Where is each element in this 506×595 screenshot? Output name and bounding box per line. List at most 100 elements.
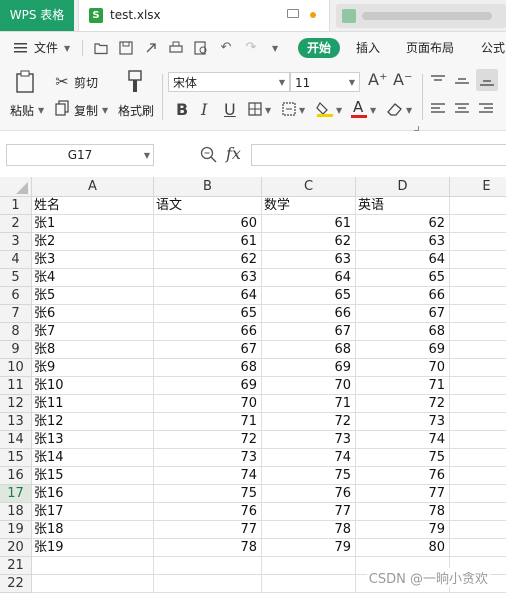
table-cell[interactable]: 63 [154,269,262,287]
table-cell[interactable]: 74 [356,431,450,449]
table-cell[interactable]: 68 [154,359,262,377]
chevron-down-icon[interactable]: ▼ [38,106,44,115]
header-cell[interactable] [450,197,506,215]
table-cell[interactable]: 79 [262,539,356,557]
format-painter-icon[interactable] [126,70,144,96]
share-icon[interactable] [144,41,158,55]
table-cell[interactable]: 72 [154,431,262,449]
table-cell[interactable] [450,521,506,539]
table-cell[interactable] [262,575,356,593]
zoom-search-icon[interactable] [200,146,218,164]
row-header[interactable]: 16 [0,467,32,485]
table-cell[interactable]: 张7 [32,323,154,341]
table-cell[interactable]: 62 [154,251,262,269]
table-cell[interactable]: 69 [262,359,356,377]
chevron-down-icon[interactable]: ▼ [64,44,70,53]
table-cell[interactable]: 张17 [32,503,154,521]
copy-icon[interactable] [55,100,69,116]
table-cell[interactable]: 71 [262,395,356,413]
table-cell[interactable]: 75 [356,449,450,467]
cut-button[interactable]: 剪切 [74,74,98,91]
table-cell[interactable]: 79 [356,521,450,539]
table-cell[interactable]: 74 [262,449,356,467]
tab-page-layout[interactable]: 页面布局 [406,32,454,64]
table-cell[interactable]: 76 [356,467,450,485]
table-cell[interactable] [32,557,154,575]
table-cell[interactable]: 张2 [32,233,154,251]
chevron-down-icon[interactable]: ▼ [299,106,305,115]
table-cell[interactable]: 75 [262,467,356,485]
select-all-corner[interactable] [0,177,32,197]
row-header[interactable]: 22 [0,575,32,593]
table-cell[interactable]: 68 [356,323,450,341]
table-cell[interactable]: 69 [356,341,450,359]
borders-icon[interactable] [248,102,262,116]
bold-icon[interactable]: B [176,100,188,119]
row-header[interactable]: 21 [0,557,32,575]
table-cell[interactable]: 张4 [32,269,154,287]
table-cell[interactable]: 张10 [32,377,154,395]
chevron-down-icon[interactable]: ▼ [265,106,271,115]
row-header[interactable]: 3 [0,233,32,251]
monitor-icon[interactable] [287,9,299,18]
format-painter-button[interactable]: 格式刷 [118,102,154,119]
table-cell[interactable]: 66 [262,305,356,323]
table-cell[interactable]: 65 [154,305,262,323]
table-cell[interactable]: 70 [356,359,450,377]
italic-icon[interactable]: I [201,100,207,119]
table-cell[interactable] [154,575,262,593]
table-cell[interactable]: 张3 [32,251,154,269]
table-cell[interactable]: 78 [262,521,356,539]
align-bottom-icon[interactable] [476,69,498,91]
paste-button[interactable]: 粘贴 [10,102,34,119]
table-cell[interactable]: 77 [154,521,262,539]
chevron-down-icon[interactable]: ▼ [272,44,278,53]
row-header[interactable]: 4 [0,251,32,269]
chevron-down-icon[interactable]: ▼ [370,106,376,115]
table-cell[interactable]: 66 [154,323,262,341]
name-box[interactable]: G17 ▼ [6,144,154,166]
table-cell[interactable]: 77 [262,503,356,521]
table-cell[interactable]: 张9 [32,359,154,377]
table-cell[interactable]: 张5 [32,287,154,305]
row-header[interactable]: 1 [0,197,32,215]
table-cell[interactable]: 61 [154,233,262,251]
table-cell[interactable] [450,503,506,521]
font-size-select[interactable]: 11 ▼ [290,72,360,92]
header-cell[interactable]: 英语 [356,197,450,215]
redo-icon[interactable]: ↷ [244,41,258,55]
table-cell[interactable]: 78 [356,503,450,521]
hamburger-icon[interactable] [14,40,28,56]
table-cell[interactable] [450,287,506,305]
row-header[interactable]: 17 [0,485,32,503]
table-cell[interactable]: 张1 [32,215,154,233]
row-header[interactable]: 12 [0,395,32,413]
table-cell[interactable]: 70 [262,377,356,395]
row-header[interactable]: 19 [0,521,32,539]
table-cell[interactable]: 71 [356,377,450,395]
table-cell[interactable] [450,215,506,233]
row-header[interactable]: 6 [0,287,32,305]
file-tab[interactable]: S test.xlsx [78,0,330,31]
eraser-icon[interactable] [386,101,404,117]
table-cell[interactable]: 张6 [32,305,154,323]
table-cell[interactable]: 67 [262,323,356,341]
fill-color-icon[interactable] [316,100,334,118]
table-cell[interactable] [450,359,506,377]
table-cell[interactable]: 63 [356,233,450,251]
row-header[interactable]: 7 [0,305,32,323]
align-top-icon[interactable] [430,74,446,88]
table-cell[interactable]: 76 [262,485,356,503]
row-header[interactable]: 8 [0,323,32,341]
table-cell[interactable]: 张8 [32,341,154,359]
table-cell[interactable]: 73 [356,413,450,431]
header-cell[interactable]: 姓名 [32,197,154,215]
table-cell[interactable]: 62 [262,233,356,251]
row-header[interactable]: 20 [0,539,32,557]
table-cell[interactable] [450,341,506,359]
table-cell[interactable]: 74 [154,467,262,485]
print-icon[interactable] [169,41,183,55]
row-header[interactable]: 2 [0,215,32,233]
table-cell[interactable] [450,539,506,557]
table-cell[interactable] [450,467,506,485]
